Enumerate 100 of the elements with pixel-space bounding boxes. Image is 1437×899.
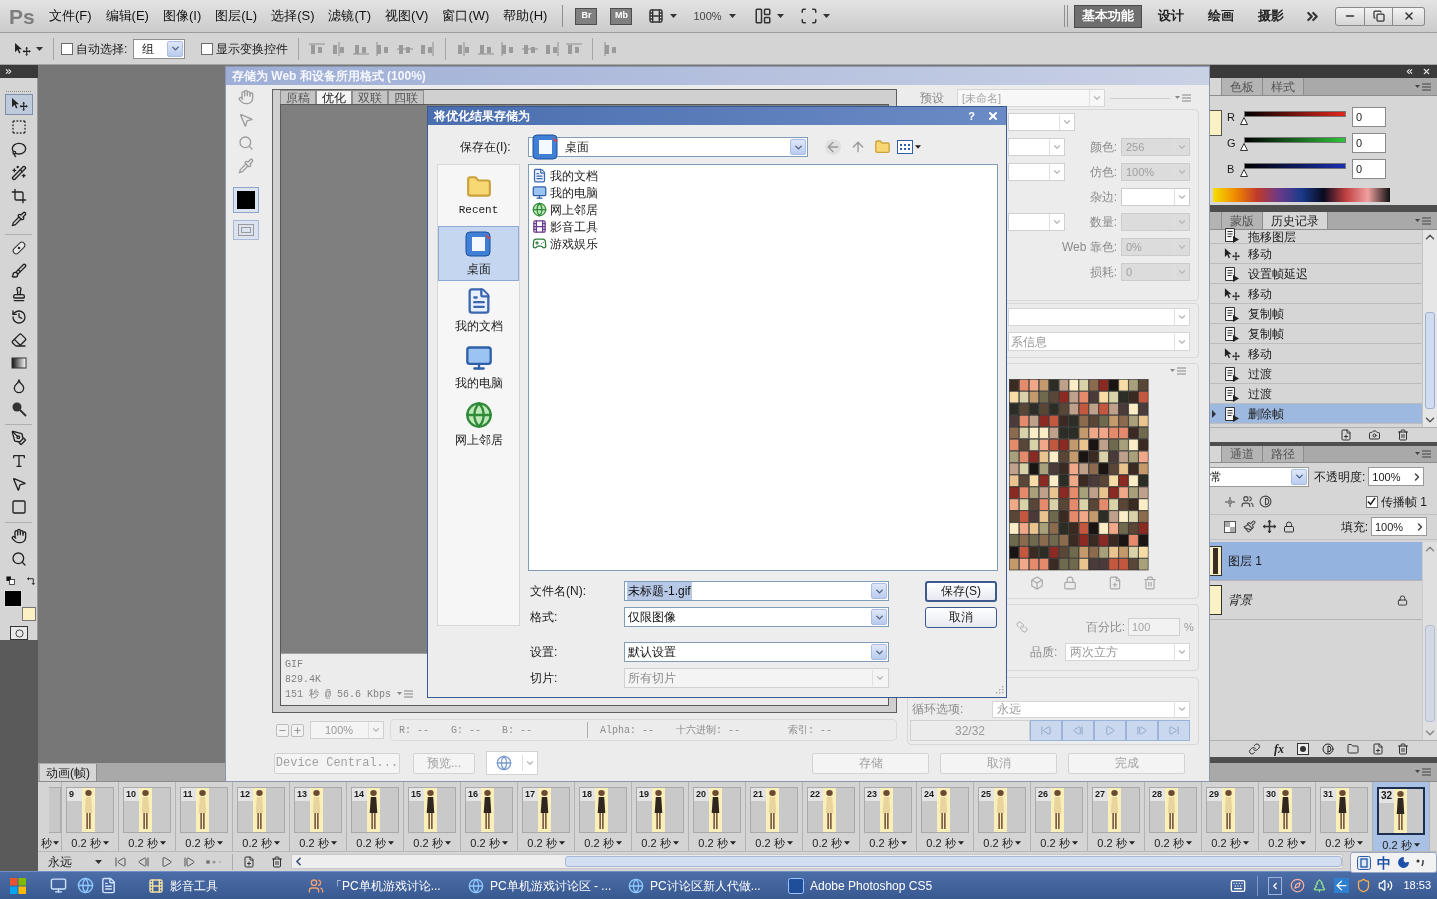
animation-frame[interactable]: 32 0.2 秒 <box>1373 782 1430 851</box>
frame-delay-dropdown[interactable]: 0.2 秒 <box>470 835 508 852</box>
panel-tab[interactable]: 动画(帧) <box>40 764 97 781</box>
three-dots-icon[interactable] <box>206 857 222 866</box>
color-spectrum[interactable] <box>1213 188 1390 202</box>
history-state[interactable]: 拖移图层 <box>1210 230 1422 244</box>
background-color-swatch[interactable] <box>1210 110 1222 136</box>
frame-delay-dropdown[interactable]: 0.2 秒 <box>983 835 1021 852</box>
page-icon[interactable] <box>100 877 117 894</box>
menu-item[interactable]: 图层(L) <box>208 5 265 27</box>
tree-icon[interactable] <box>1312 878 1328 893</box>
mini-bridge-button[interactable]: Mb <box>610 7 633 25</box>
effects-button[interactable]: fx <box>1274 743 1284 756</box>
file-plus-icon[interactable] <box>1340 429 1352 441</box>
minimize-button[interactable] <box>1335 6 1365 26</box>
menu-item[interactable]: 视图(V) <box>378 5 436 27</box>
eyedropper-color-swatch[interactable] <box>233 187 259 213</box>
dialog-button[interactable]: 保存(S) <box>925 580 997 602</box>
chevrons-right-icon[interactable] <box>4 67 13 76</box>
dot-comma-icon[interactable] <box>1416 858 1426 867</box>
keyboard-icon[interactable] <box>1229 877 1248 894</box>
menu-item[interactable]: 窗口(W) <box>435 5 497 27</box>
trash-icon[interactable] <box>1397 743 1409 756</box>
scrollbar-thumb[interactable] <box>1425 312 1435 409</box>
frame-delay-dropdown[interactable]: 秒 <box>41 834 61 851</box>
panel-tab[interactable]: 通道 <box>1222 446 1263 462</box>
frame-delay-dropdown[interactable]: 0.2 秒 <box>1097 835 1135 852</box>
frame-delay-dropdown[interactable]: 0.2 秒 <box>1268 835 1306 852</box>
bent-arrow-icon[interactable] <box>27 575 36 585</box>
people-icon[interactable] <box>1241 495 1254 509</box>
screen-mode-button[interactable] <box>799 7 830 25</box>
foreground-color-swatch[interactable] <box>4 590 22 608</box>
place-item[interactable]: 网上邻居 <box>438 397 519 452</box>
arrow-left-icon[interactable] <box>1334 878 1350 893</box>
zoom-out-button[interactable] <box>276 723 289 737</box>
combo-field[interactable]: 默认设置 <box>624 642 889 662</box>
checkbox[interactable] <box>201 42 214 55</box>
zoom-in-button[interactable] <box>291 723 304 737</box>
frame-delay-dropdown[interactable]: 0.2 秒 <box>812 835 850 852</box>
frame-delay-dropdown[interactable]: 0.2 秒 <box>698 835 736 852</box>
menu-item[interactable]: 图像(I) <box>155 5 209 27</box>
panel-tab[interactable]: 路径 <box>1263 446 1304 462</box>
half-circle-icon[interactable] <box>1322 743 1334 756</box>
globe-icon[interactable] <box>77 877 94 894</box>
four-way-arrow-icon[interactable] <box>1263 520 1276 534</box>
combo-field[interactable]: 仅限图像 <box>624 607 889 627</box>
folder-icon[interactable] <box>1347 743 1359 756</box>
slider-thumb[interactable] <box>1240 117 1248 125</box>
taskbar-button[interactable]: 影音工具 <box>143 873 303 898</box>
channel-value-input[interactable]: 0 <box>1352 133 1386 153</box>
frame-delay-dropdown[interactable]: 0.2 秒 <box>869 835 907 852</box>
channel-value-input[interactable]: 0 <box>1352 107 1386 127</box>
panel-menu-icon[interactable] <box>1415 768 1431 776</box>
checkbox[interactable] <box>1366 495 1378 508</box>
bridge-button[interactable]: Br <box>575 7 598 25</box>
auto-select-dropdown[interactable]: 组 <box>133 38 186 59</box>
opacity-input[interactable]: 100% <box>1368 467 1425 487</box>
close-button[interactable] <box>1393 6 1425 26</box>
panel-menu-icon[interactable] <box>1175 94 1191 102</box>
frame-delay-dropdown[interactable]: 0.2 秒 <box>1040 835 1078 852</box>
menu-item[interactable]: 滤镜(T) <box>321 5 379 27</box>
menu-item[interactable]: 编辑(E) <box>98 5 156 27</box>
taskbar-button[interactable]: Adobe Photoshop CS5 <box>783 873 943 898</box>
frame-delay-dropdown[interactable]: 0.2 秒 <box>1154 835 1192 852</box>
circle-in-square-icon[interactable] <box>1297 743 1309 756</box>
file-item[interactable]: 我的文档 <box>532 167 997 184</box>
dialog-button[interactable]: 取消 <box>925 606 997 628</box>
panel-menu-icon[interactable] <box>1170 367 1186 375</box>
combo-field[interactable]: 未标题-1.gif <box>624 581 889 601</box>
moon-icon[interactable] <box>1397 856 1410 869</box>
tool-button[interactable] <box>5 93 33 115</box>
chevrons-left-icon[interactable] <box>1405 67 1414 76</box>
file-item[interactable]: 游戏娱乐 <box>532 235 997 252</box>
frame-delay-dropdown[interactable]: 0.2 秒 <box>71 835 109 852</box>
workspace-button[interactable]: 绘画 <box>1198 4 1244 28</box>
file-plus-icon[interactable] <box>243 855 255 868</box>
history-state[interactable]: 删除帧 <box>1210 404 1422 424</box>
frame-delay-dropdown[interactable]: 0.2 秒 <box>413 835 451 852</box>
taskbar-button[interactable]: PC单机游戏讨论区 - ... <box>463 873 623 898</box>
framed-square-icon[interactable] <box>1357 855 1371 870</box>
menu-item[interactable]: 选择(S) <box>264 5 322 27</box>
place-item[interactable]: 我的文档 <box>438 283 519 338</box>
preview-tab[interactable]: 原稿 <box>280 90 316 104</box>
preview-tab[interactable]: 双联 <box>352 90 388 104</box>
fill-input[interactable]: 100% <box>1371 517 1427 537</box>
file-item[interactable]: 影音工具 <box>532 218 997 235</box>
trash-icon[interactable] <box>1397 429 1409 441</box>
panel-tab[interactable]: 蒙版 <box>1222 212 1263 229</box>
frame-delay-dropdown[interactable]: 0.2 秒 <box>1211 835 1249 852</box>
scrollbar-thumb[interactable] <box>565 856 1342 867</box>
camera-icon[interactable] <box>1368 429 1381 441</box>
location-dropdown[interactable]: 桌面 <box>528 137 808 157</box>
panel-menu-icon[interactable] <box>1415 450 1431 458</box>
blend-mode-dropdown[interactable]: 常 <box>1210 466 1309 487</box>
frame-delay-dropdown[interactable]: 0.2 秒 <box>1382 837 1420 854</box>
trash-icon[interactable] <box>271 855 283 868</box>
workspace-button[interactable]: 基本功能 <box>1074 4 1142 28</box>
file-item[interactable]: 我的电脑 <box>532 184 997 201</box>
input-mode-button[interactable]: 中 <box>1377 855 1391 870</box>
panel-menu-icon[interactable] <box>1415 82 1431 91</box>
